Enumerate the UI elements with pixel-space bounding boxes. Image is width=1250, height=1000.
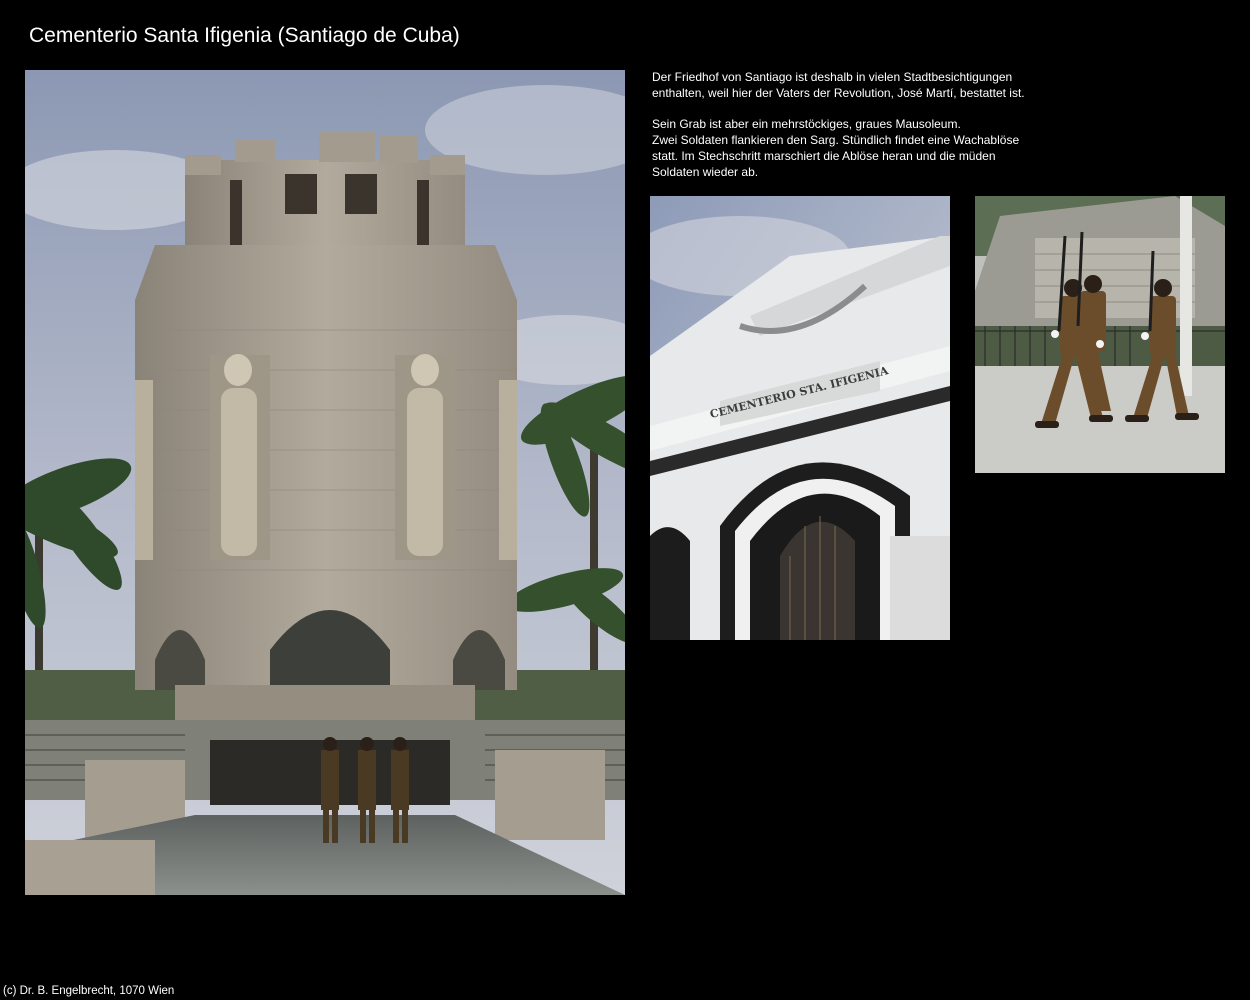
description: Der Friedhof von Santiago ist deshalb in… (652, 70, 1052, 181)
copyright-footer: (c) Dr. B. Engelbrecht, 1070 Wien (3, 985, 175, 997)
description-paragraph-1: Der Friedhof von Santiago ist deshalb in… (652, 70, 1025, 100)
page-title: Cementerio Santa Ifigenia (Santiago de C… (29, 24, 460, 47)
guards-marching-photo (975, 196, 1225, 473)
description-paragraph-2: Sein Grab ist aber ein mehrstöckiges, gr… (652, 117, 1020, 179)
mausoleum-photo (25, 70, 625, 895)
cemetery-entrance-photo: CEMENTERIO STA. IFIGENIA (650, 196, 950, 640)
